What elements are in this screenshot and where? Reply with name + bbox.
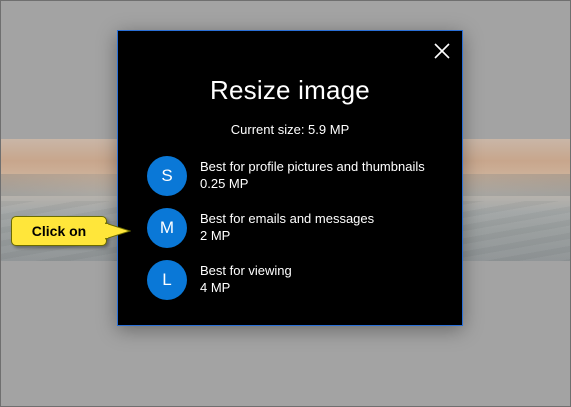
option-medium-badge: M	[147, 208, 187, 248]
close-icon	[434, 43, 450, 59]
option-medium-size: 2 MP	[200, 228, 231, 243]
callout-pointer-icon	[105, 221, 131, 241]
option-small-badge: S	[147, 156, 187, 196]
option-medium-description: Best for emails and messages	[200, 211, 375, 226]
option-large[interactable]: L Best for viewing 4 MP	[147, 260, 447, 300]
option-large-description: Best for viewing	[200, 263, 292, 278]
dialog-title: Resize image	[210, 75, 370, 105]
current-size-label: Current size: 5.9 MP	[230, 122, 350, 137]
option-large-size: 4 MP	[200, 280, 231, 295]
option-large-badge: L	[147, 260, 187, 300]
click-on-callout: Click on	[11, 216, 107, 246]
option-small-size: 0.25 MP	[200, 176, 249, 191]
option-small[interactable]: S Best for profile pictures and thumbnai…	[147, 156, 447, 196]
option-medium[interactable]: M Best for emails and messages 2 MP	[147, 208, 447, 248]
close-button[interactable]	[432, 41, 452, 61]
option-small-description: Best for profile pictures and thumbnails	[200, 159, 425, 174]
resize-image-dialog: Resize image Current size: 5.9 MP S Best…	[117, 30, 463, 326]
